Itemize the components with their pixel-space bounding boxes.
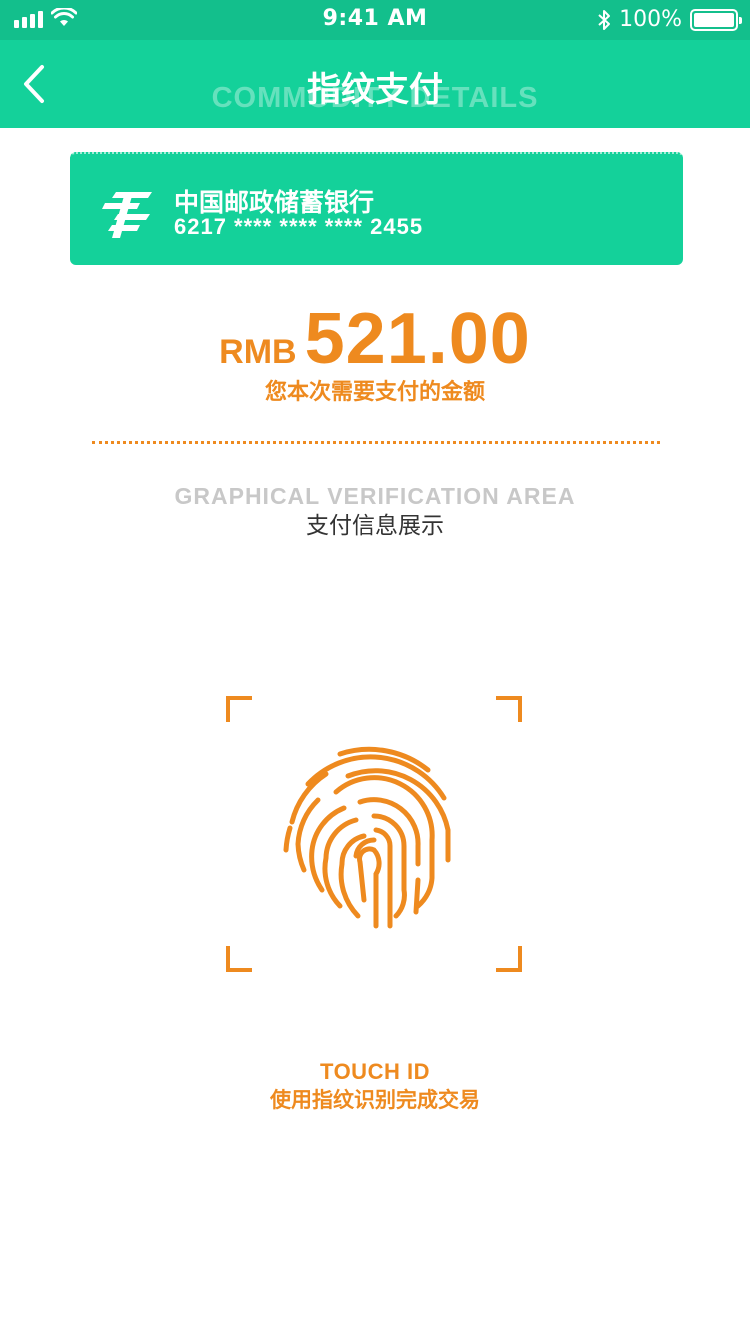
battery-percentage: 100% <box>619 7 682 32</box>
scan-frame-corner <box>226 946 252 972</box>
status-bar: 9:41 AM 100% <box>0 0 750 40</box>
touch-id-caption: 使用指纹识别完成交易 <box>270 1088 480 1112</box>
bluetooth-icon <box>598 9 611 30</box>
fingerprint-icon[interactable] <box>278 740 468 930</box>
scan-frame-corner <box>496 946 522 972</box>
amount-caption: 您本次需要支付的金额 <box>264 380 485 405</box>
battery-icon <box>690 8 742 31</box>
touch-id-label: TOUCH ID <box>320 1059 430 1084</box>
payment-info-title: 支付信息展示 <box>306 513 444 539</box>
status-right: 100% <box>597 7 742 32</box>
bank-card[interactable]: 中国邮政储蓄银行 6217 **** **** **** 2455 <box>70 152 683 265</box>
dotted-divider <box>92 441 660 444</box>
payment-amount: 521.00 <box>304 299 531 379</box>
amount-display: RMB 521.00 <box>0 298 750 380</box>
card-number: 6217 **** **** **** 2455 <box>174 214 424 239</box>
page-title: 指纹支付 <box>307 70 443 110</box>
fingerprint-scanner[interactable] <box>226 696 522 972</box>
postal-bank-logo <box>102 192 152 238</box>
fingerprint-payment-screen: 9:41 AM 100% COMMODITY DETAILS 指纹支付 中国邮政… <box>0 0 750 1334</box>
currency-label: RMB <box>219 333 297 371</box>
nav-bar: COMMODITY DETAILS 指纹支付 <box>0 40 750 128</box>
scan-frame-corner <box>496 696 522 722</box>
scan-frame-corner <box>226 696 252 722</box>
